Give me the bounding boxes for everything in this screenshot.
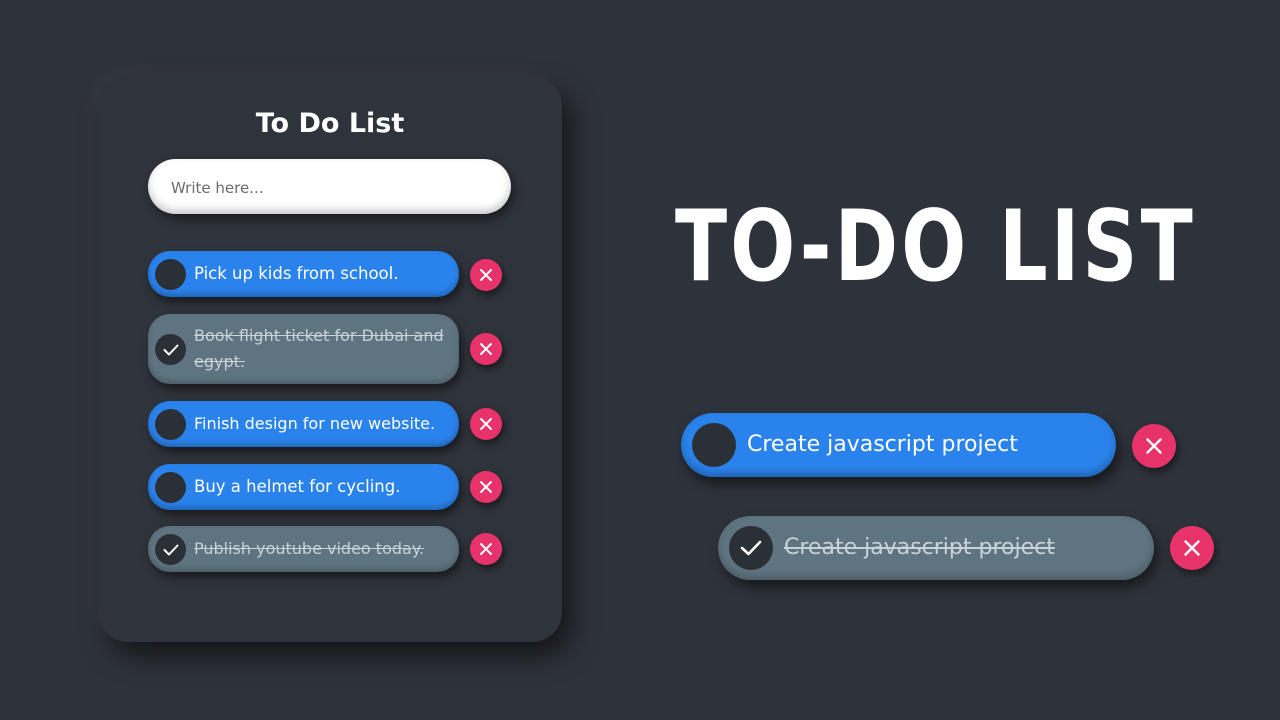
delete-button[interactable] bbox=[470, 471, 502, 503]
task-item[interactable]: Book flight ticket for Dubai and egypt. bbox=[148, 314, 459, 384]
close-icon bbox=[1184, 540, 1200, 556]
demo-task-item[interactable]: Create javascript project bbox=[681, 413, 1116, 477]
task-input-wrapper bbox=[148, 159, 511, 216]
task-label: Buy a helmet for cycling. bbox=[194, 477, 401, 496]
task-label: Book flight ticket for Dubai and egypt. bbox=[194, 326, 444, 371]
close-icon bbox=[480, 481, 492, 493]
task-item[interactable]: Publish youtube video today. bbox=[148, 526, 459, 572]
task-checkbox[interactable] bbox=[155, 534, 186, 565]
delete-button[interactable] bbox=[1170, 526, 1214, 570]
task-checkbox[interactable] bbox=[155, 409, 186, 440]
demo-task-item[interactable]: Create javascript project bbox=[718, 516, 1154, 580]
close-icon bbox=[480, 543, 492, 555]
task-label: Create javascript project bbox=[747, 432, 1018, 457]
check-icon bbox=[163, 344, 178, 355]
task-item[interactable]: Finish design for new website. bbox=[148, 401, 459, 447]
task-item[interactable]: Pick up kids from school. bbox=[148, 251, 459, 297]
task-label: Pick up kids from school. bbox=[194, 264, 399, 283]
close-icon bbox=[480, 418, 492, 430]
card-title: To Do List bbox=[255, 108, 405, 139]
check-icon bbox=[740, 540, 762, 556]
close-icon bbox=[1146, 438, 1162, 454]
task-checkbox[interactable] bbox=[692, 423, 736, 467]
task-label: Create javascript project bbox=[784, 535, 1055, 560]
task-checkbox[interactable] bbox=[155, 472, 186, 503]
task-checkbox[interactable] bbox=[155, 334, 186, 365]
task-checkbox[interactable] bbox=[729, 526, 773, 570]
check-icon bbox=[163, 544, 178, 555]
delete-button[interactable] bbox=[1132, 424, 1176, 468]
task-label: Finish design for new website. bbox=[194, 414, 436, 433]
task-checkbox[interactable] bbox=[155, 259, 186, 290]
page: To Do List Pick up kids from school. Boo… bbox=[0, 0, 1280, 720]
close-icon bbox=[480, 343, 492, 355]
delete-button[interactable] bbox=[470, 408, 502, 440]
delete-button[interactable] bbox=[470, 259, 502, 291]
task-item[interactable]: Buy a helmet for cycling. bbox=[148, 464, 459, 510]
close-icon bbox=[480, 269, 492, 281]
delete-button[interactable] bbox=[470, 333, 502, 365]
task-input[interactable] bbox=[169, 159, 493, 216]
hero-title: TO-DO LIST bbox=[675, 190, 1196, 304]
task-label: Publish youtube video today. bbox=[194, 539, 425, 558]
delete-button[interactable] bbox=[470, 533, 502, 565]
